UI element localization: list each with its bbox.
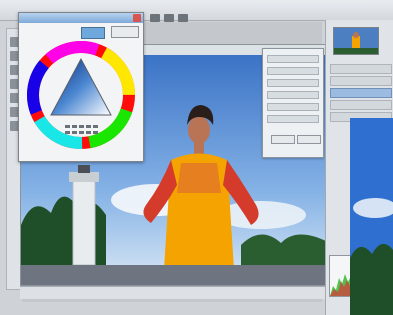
panel-button[interactable] [297,135,321,144]
ok-button[interactable] [111,26,139,38]
color-wheel[interactable] [27,41,135,149]
panel-button[interactable] [271,135,295,144]
panel-field[interactable] [267,67,319,75]
panel-field[interactable] [267,55,319,63]
panel-field[interactable] [267,103,319,111]
color-picker-dialog [18,12,144,162]
dialog-titlebar[interactable] [19,13,143,23]
close-icon[interactable] [133,14,141,22]
selected-color-swatch[interactable] [81,27,105,39]
navigator-thumbnail[interactable] [333,27,379,55]
dock-item[interactable] [330,76,392,86]
levels-panel [262,48,324,158]
second-document-preview[interactable] [350,118,393,315]
dock-item[interactable] [330,64,392,74]
tool-icon[interactable] [164,14,174,22]
dock-item[interactable] [330,100,392,110]
tool-icon[interactable] [178,14,188,22]
panel-field[interactable] [267,115,319,123]
panel-field[interactable] [267,91,319,99]
app-window [0,0,393,315]
tool-icon[interactable] [150,14,160,22]
panel-field[interactable] [267,79,319,87]
dock-item-selected[interactable] [330,88,392,98]
status-bar [20,286,340,299]
